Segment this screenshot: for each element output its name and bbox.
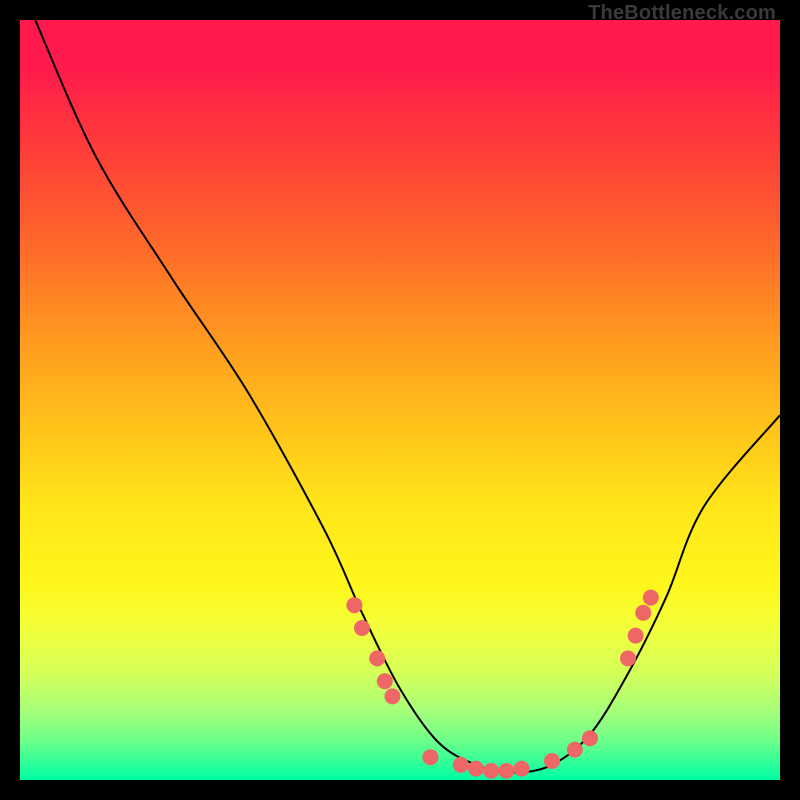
plot-area (20, 20, 780, 780)
data-point (544, 753, 560, 769)
data-point (498, 763, 514, 779)
data-point (346, 597, 362, 613)
data-points-group (346, 590, 658, 779)
data-point (354, 620, 370, 636)
data-point (582, 730, 598, 746)
data-point (483, 763, 499, 779)
data-point (567, 742, 583, 758)
data-point (422, 749, 438, 765)
data-point (377, 673, 393, 689)
data-point (514, 761, 530, 777)
data-point (635, 605, 651, 621)
data-point (453, 757, 469, 773)
data-point (468, 761, 484, 777)
data-point (369, 650, 385, 666)
data-point (384, 688, 400, 704)
data-point (643, 590, 659, 606)
watermark-label: TheBottleneck.com (588, 2, 776, 25)
data-point (620, 650, 636, 666)
bottleneck-curve (35, 20, 780, 772)
chart-svg (20, 20, 780, 780)
chart-stage: TheBottleneck.com (0, 0, 800, 800)
data-point (628, 628, 644, 644)
